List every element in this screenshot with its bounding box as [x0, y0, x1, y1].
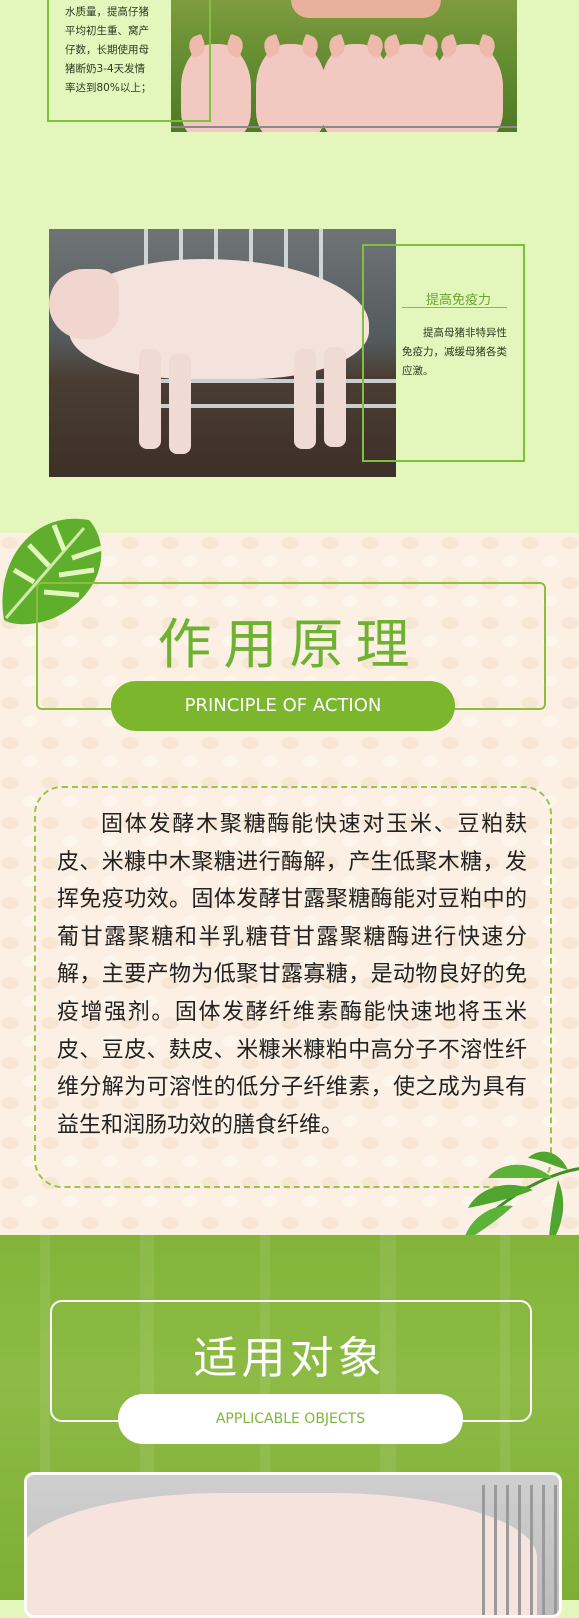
- hand-illustration: [291, 0, 441, 18]
- sow-leg: [294, 349, 316, 449]
- benefit1-text: 水质量，提高仔猪 平均初生重、窝产 仔数，长期使用母 猪断奶3-4天发情 率达到…: [65, 6, 152, 94]
- benefit2-underline: [402, 307, 507, 308]
- benefit2-text: 提高母猪非特异性免疫力，减缓母猪各类应激。: [402, 327, 507, 377]
- benefit2-title: 提高免疫力: [426, 293, 492, 308]
- pen-gate: [482, 1485, 559, 1615]
- divider-line: [171, 126, 517, 128]
- sow-photo: [49, 229, 396, 477]
- sow-photo-bottom: [24, 1472, 562, 1618]
- objects-title: 适用对象: [193, 1333, 386, 1384]
- piglet-shape: [256, 44, 326, 132]
- piglet-shape: [433, 44, 503, 132]
- principle-subtitle-pill: PRINCIPLE OF ACTION: [111, 681, 455, 731]
- sow-body: [27, 1493, 537, 1615]
- sow-leg: [139, 349, 161, 449]
- objects-subtitle-pill: APPLICABLE OBJECTS: [118, 1394, 463, 1444]
- principle-body-text: 固体发酵木聚糖酶能快速对玉米、豆粕麸皮、米糠中木聚糖进行酶解，产生低聚木糖，发挥…: [57, 812, 527, 1138]
- sow-leg: [169, 354, 191, 454]
- piglets-photo: [171, 0, 517, 132]
- sow-leg: [324, 347, 346, 447]
- principle-title: 作用原理: [157, 613, 422, 676]
- sow-head: [49, 269, 119, 339]
